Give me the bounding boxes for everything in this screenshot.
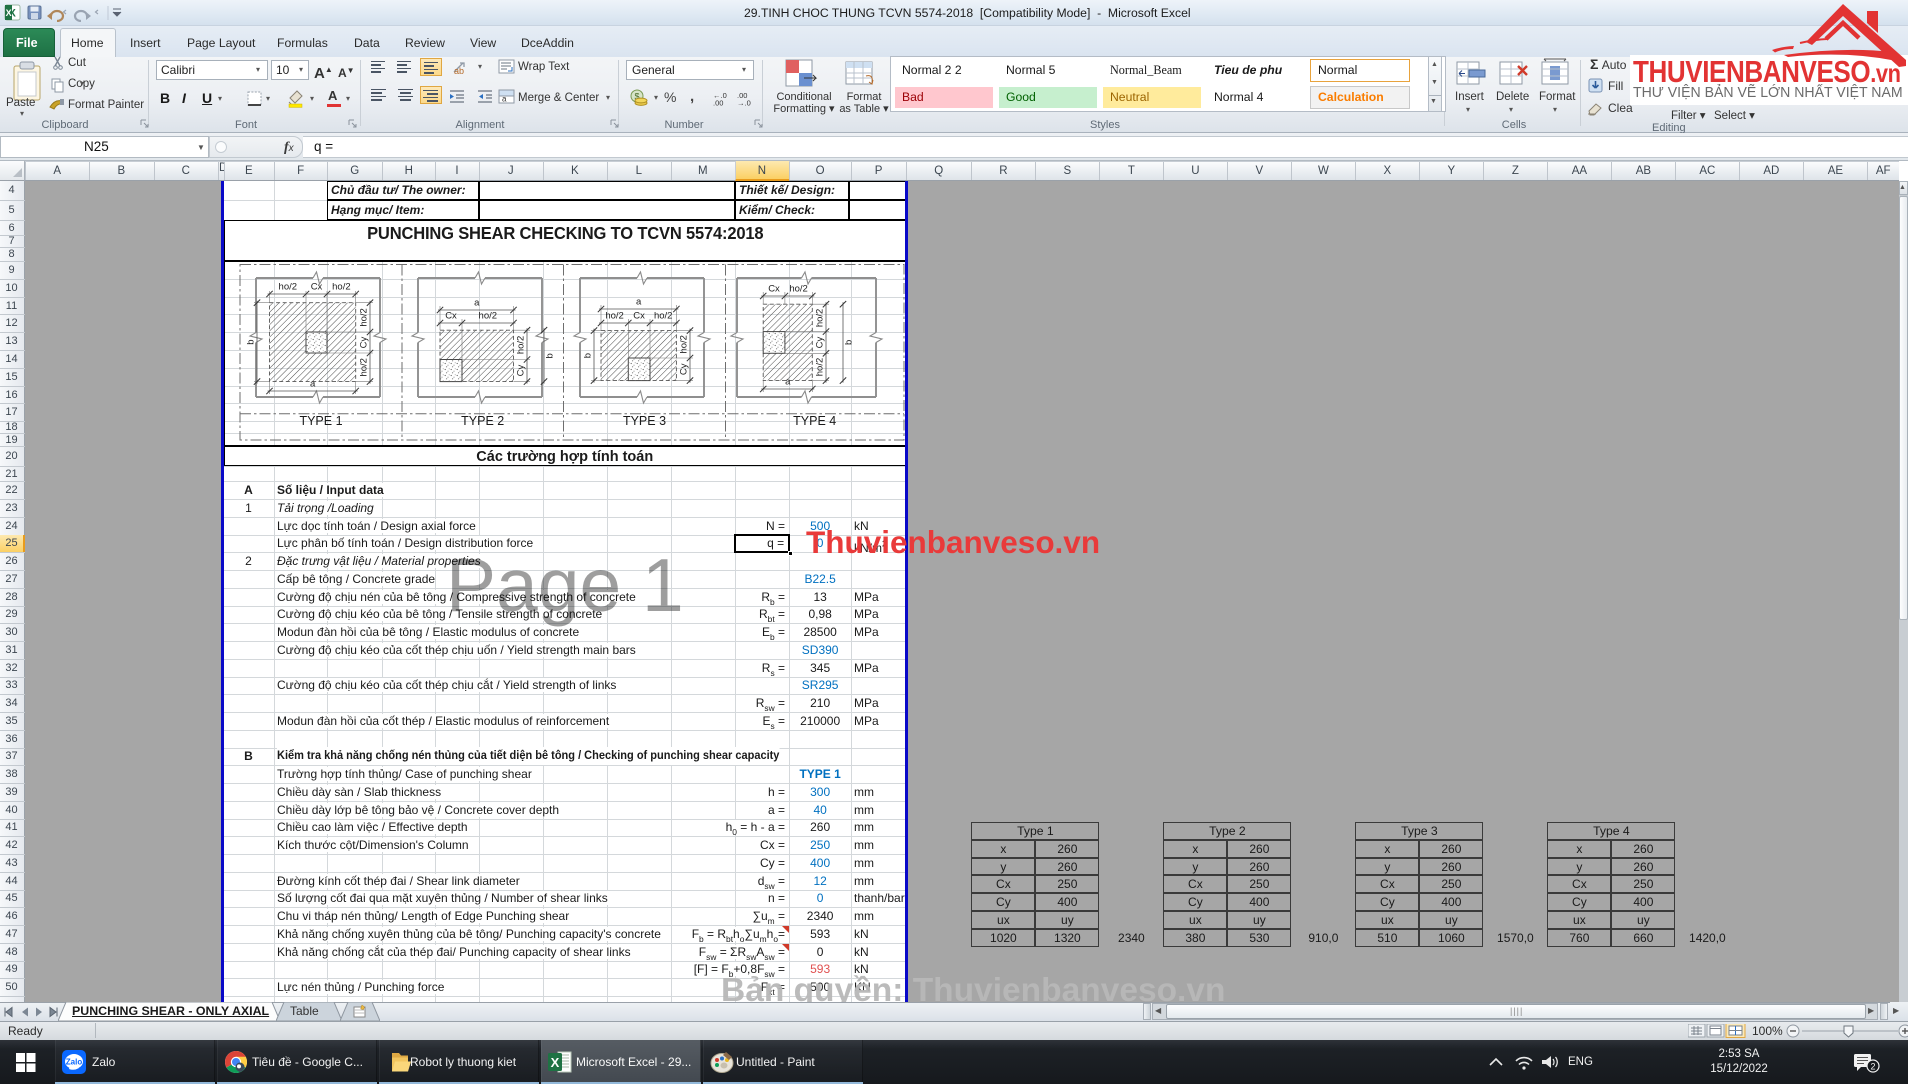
- svg-text:2: 2: [1870, 1062, 1875, 1072]
- svg-text:ho/2: ho/2: [479, 311, 498, 322]
- svg-text:ho/2: ho/2: [279, 282, 298, 293]
- svg-text:a: a: [636, 297, 642, 308]
- svg-text:→.0: →.0: [737, 99, 751, 107]
- svg-text:ho/2: ho/2: [789, 284, 808, 295]
- svg-text:Cx: Cx: [633, 311, 645, 322]
- svg-text:Cy: Cy: [815, 336, 826, 348]
- svg-text:ho/2: ho/2: [679, 335, 690, 354]
- svg-text:TYPE 4: TYPE 4: [793, 414, 836, 428]
- svg-text:ab: ab: [454, 66, 464, 76]
- svg-text:Cy: Cy: [679, 363, 690, 375]
- svg-text:Cx: Cx: [445, 311, 457, 322]
- svg-text:a: a: [502, 95, 507, 104]
- svg-text:b: b: [545, 353, 556, 358]
- svg-text:ho/2: ho/2: [815, 309, 826, 328]
- svg-text:b: b: [246, 339, 257, 344]
- svg-text:a: a: [785, 377, 791, 388]
- svg-text:Cy: Cy: [516, 365, 527, 377]
- svg-text:b: b: [583, 353, 594, 358]
- svg-text:TYPE 3: TYPE 3: [623, 414, 666, 428]
- svg-text:ho/2: ho/2: [516, 336, 527, 355]
- svg-text:a: a: [474, 298, 480, 309]
- svg-text:a: a: [310, 379, 316, 390]
- svg-text:ho/2: ho/2: [359, 308, 370, 327]
- svg-text:Cx: Cx: [768, 284, 780, 295]
- svg-text:Cy: Cy: [359, 336, 370, 348]
- svg-text:TYPE 2: TYPE 2: [461, 414, 504, 428]
- svg-text:ho/2: ho/2: [815, 358, 826, 377]
- svg-text:X: X: [6, 8, 12, 18]
- svg-text:.00: .00: [713, 99, 723, 107]
- svg-text:b: b: [844, 340, 855, 345]
- svg-text:ho/2: ho/2: [359, 358, 370, 377]
- svg-text:ho/2: ho/2: [654, 311, 673, 322]
- svg-text:Cx: Cx: [311, 282, 323, 293]
- svg-text:ho/2: ho/2: [332, 282, 351, 293]
- svg-text:TYPE 1: TYPE 1: [299, 414, 342, 428]
- svg-text:Zalo: Zalo: [66, 1058, 83, 1067]
- svg-text:X: X: [551, 1055, 560, 1070]
- svg-text:ho/2: ho/2: [605, 311, 624, 322]
